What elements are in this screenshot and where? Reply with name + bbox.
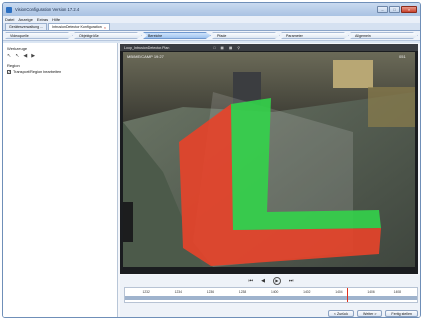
close-button[interactable]: × bbox=[401, 6, 417, 13]
timeline[interactable]: 1232 1234 1236 1238 1400 1402 1404 1406 … bbox=[124, 287, 418, 303]
app-icon bbox=[6, 6, 12, 13]
content-area: Werkzeuge ↖ ↖ ◀ ▶ Region ✓ Transport/Reg… bbox=[3, 43, 420, 317]
select-tool-icon[interactable]: ↖ bbox=[7, 53, 11, 59]
timeline-tick: 1404 bbox=[335, 290, 343, 294]
video-panel: Loop_IntrusionDetector.Plan □ ▦ ▦ ⚲ MB/M… bbox=[120, 44, 418, 274]
step-label: Videoquelle bbox=[10, 33, 29, 38]
back-button[interactable]: < Zurück bbox=[327, 310, 354, 317]
edit-region-checkbox[interactable]: ✓ bbox=[7, 70, 11, 74]
timeline-tick: 1406 bbox=[367, 290, 375, 294]
step-videoquelle[interactable]: Videoquelle bbox=[5, 32, 73, 39]
menu-item-extras[interactable]: Extras bbox=[37, 17, 48, 22]
timeline-tick: 1402 bbox=[303, 290, 311, 294]
maximize-button[interactable]: □ bbox=[389, 6, 400, 13]
tab-device-management[interactable]: Gerätesverwaltung ... bbox=[5, 23, 48, 30]
video-overlay-right: 051 bbox=[399, 54, 406, 59]
step-parameter[interactable]: Parameter bbox=[281, 32, 349, 39]
timeline-tick: 1236 bbox=[206, 290, 215, 294]
document-tabs: Gerätesverwaltung ... IntrusionDetector … bbox=[3, 23, 420, 31]
edit-region-checkbox-row[interactable]: ✓ Transport/Region bearbeiten bbox=[7, 70, 113, 74]
wizard-steps: Videoquelle Objektgröße Bereiche Pfade P… bbox=[3, 31, 420, 41]
tab-close-icon[interactable]: × bbox=[104, 25, 106, 30]
skip-forward-icon[interactable]: ⏭ bbox=[289, 278, 294, 284]
tools-title: Werkzeuge bbox=[7, 46, 28, 51]
region-title: Region bbox=[7, 63, 20, 68]
video-header: Loop_IntrusionDetector.Plan □ ▦ ▦ ⚲ bbox=[120, 44, 418, 51]
finish-button[interactable]: Fertig stellen bbox=[385, 310, 418, 317]
step-objektgroesse[interactable]: Objektgröße bbox=[74, 32, 142, 39]
step-label: Pfade bbox=[217, 33, 227, 38]
grid-icon[interactable]: ▦ bbox=[221, 46, 224, 50]
prev-arrow-icon[interactable]: ◀ bbox=[23, 53, 27, 59]
tool-row: ↖ ↖ ◀ ▶ bbox=[7, 53, 113, 59]
player-controls: ⏮ ◀ ▶ ⏭ bbox=[120, 275, 420, 287]
next-arrow-icon[interactable]: ▶ bbox=[31, 53, 35, 59]
title-bar: VisionConfiguration Version 17.2.4 – □ × bbox=[3, 3, 420, 16]
timeline-track bbox=[125, 296, 417, 300]
menu-bar: Datei Anzeige Extras Hilfe bbox=[3, 16, 420, 23]
playback-panel: ⏮ ◀ ▶ ⏭ 1232 1234 1236 1238 1400 1402 14… bbox=[120, 275, 420, 317]
left-panel: Werkzeuge ↖ ↖ ◀ ▶ Region ✓ Transport/Reg… bbox=[3, 43, 118, 317]
menu-item-anzeige[interactable]: Anzeige bbox=[18, 17, 32, 22]
timeline-tick: 1234 bbox=[174, 290, 182, 294]
step-label: Allgemein bbox=[355, 33, 371, 38]
step-bereiche[interactable]: Bereiche bbox=[143, 32, 211, 39]
playhead[interactable] bbox=[346, 288, 348, 302]
tab-label: IntrusionDetector Konfiguration bbox=[52, 25, 102, 29]
camera-view[interactable]: MB/ME/CAMP 19:27 051 bbox=[123, 52, 415, 267]
layers-icon[interactable]: ▦ bbox=[229, 46, 232, 50]
tab-intrusion-config[interactable]: IntrusionDetector Konfiguration × bbox=[48, 23, 111, 30]
video-title: Loop_IntrusionDetector.Plan bbox=[124, 45, 170, 50]
step-allgemein[interactable]: Allgemein bbox=[350, 32, 418, 39]
edit-tool-icon[interactable]: ↖ bbox=[15, 53, 19, 59]
camera-scene: MB/ME/CAMP 19:27 051 bbox=[123, 52, 415, 267]
timeline-tick: 1408 bbox=[393, 290, 401, 294]
menu-item-hilfe[interactable]: Hilfe bbox=[52, 17, 60, 22]
minimize-button[interactable]: – bbox=[377, 6, 388, 13]
step-label: Bereiche bbox=[148, 33, 163, 38]
frame-icon[interactable]: □ bbox=[213, 46, 215, 50]
menu-item-datei[interactable]: Datei bbox=[5, 17, 14, 22]
wizard-footer: < Zurück Weiter > Fertig stellen bbox=[327, 310, 418, 317]
app-window: VisionConfiguration Version 17.2.4 – □ ×… bbox=[2, 2, 421, 318]
step-back-icon[interactable]: ◀ bbox=[261, 278, 265, 284]
tab-label: Gerätesverwaltung ... bbox=[9, 25, 44, 29]
timeline-tick: 1232 bbox=[142, 290, 150, 294]
timeline-tick: 1238 bbox=[238, 290, 247, 294]
zoom-icon[interactable]: ⚲ bbox=[237, 46, 240, 50]
pole bbox=[123, 202, 133, 242]
next-button[interactable]: Weiter > bbox=[357, 310, 383, 317]
step-label: Parameter bbox=[286, 33, 303, 38]
skip-back-icon[interactable]: ⏮ bbox=[249, 278, 254, 284]
window-shape bbox=[333, 60, 373, 88]
step-label: Objektgröße bbox=[79, 33, 99, 38]
play-button[interactable]: ▶ bbox=[272, 277, 281, 285]
step-pfade[interactable]: Pfade bbox=[212, 32, 280, 39]
video-overlay-left: MB/ME/CAMP 19:27 bbox=[127, 54, 165, 59]
window-title: VisionConfiguration Version 17.2.4 bbox=[15, 7, 80, 12]
building-corner bbox=[368, 87, 415, 127]
edit-region-label: Transport/Region bearbeiten bbox=[13, 70, 62, 74]
timeline-tick: 1400 bbox=[271, 290, 279, 294]
